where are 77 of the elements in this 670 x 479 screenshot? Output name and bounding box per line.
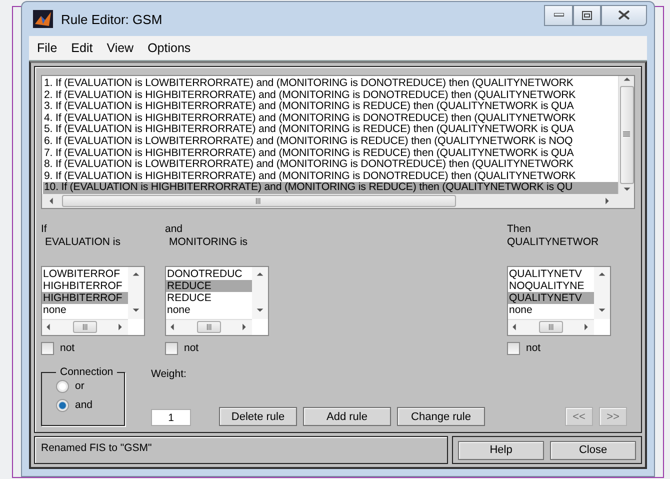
grip-icon xyxy=(548,324,554,330)
clause-label: Then xyxy=(507,222,532,236)
rule-item[interactable]: 9. If (EVALUATION is HIGHBITERRORRATE) and (MONITORING is DONOTREDUCE) then (QUALITYNETWORK xyxy=(43,170,618,182)
scroll-up-icon[interactable] xyxy=(132,270,140,279)
scroll-left-icon[interactable] xyxy=(169,323,177,332)
weight-field[interactable]: 1 xyxy=(151,409,191,426)
grip-icon xyxy=(623,131,630,138)
maximize-button[interactable] xyxy=(573,4,601,26)
term-item[interactable]: HIGHBITERROF xyxy=(42,280,128,292)
clause-label: and xyxy=(165,222,184,236)
scroll-left-icon[interactable] xyxy=(48,196,56,205)
status-message: Renamed FIS to "GSM" xyxy=(34,436,448,464)
menu-item[interactable]: File xyxy=(37,41,58,55)
scroll-up-icon[interactable] xyxy=(622,76,630,84)
scroll-up-icon[interactable] xyxy=(256,270,264,279)
variable-label: QUALITYNETWOR xyxy=(507,236,600,249)
rule-list[interactable] xyxy=(41,75,635,209)
term-item[interactable]: DONOTREDUC xyxy=(166,268,252,280)
close-icon xyxy=(618,10,630,20)
app-logo-icon xyxy=(33,10,53,28)
radio-label: and xyxy=(75,399,93,412)
term-item[interactable]: LOWBITERROF xyxy=(42,268,128,280)
weight-label: Weight: xyxy=(151,368,188,381)
not-checkbox[interactable] xyxy=(507,342,520,355)
rule-item[interactable]: 8. If (EVALUATION is LOWBITERRORRATE) and (MONITORING is DONOTREDUCE) then (QUALITYNETWORK xyxy=(43,159,618,171)
variable-label: MONITORING is xyxy=(168,236,249,249)
vertical-scrollbar[interactable] xyxy=(618,76,634,194)
rule-button[interactable]: Delete rule xyxy=(219,407,297,426)
term-item[interactable]: QUALITYNETV xyxy=(508,292,594,304)
rule-button[interactable]: Change rule xyxy=(397,407,485,426)
menu-item[interactable]: View xyxy=(106,41,134,55)
term-list[interactable]: QUALITYNETV NOQUALITYNE QUALITYNETV none xyxy=(507,266,611,336)
term-item[interactable]: REDUCE xyxy=(166,292,252,304)
grip-icon xyxy=(206,324,212,330)
menu-item[interactable]: Options xyxy=(148,41,191,55)
grip-icon xyxy=(255,198,262,204)
term-item[interactable]: HIGHBITERROF xyxy=(42,292,128,304)
not-checkbox[interactable] xyxy=(41,342,54,355)
minimize-icon xyxy=(554,13,564,17)
minimize-button[interactable] xyxy=(544,4,573,26)
group-label: Connection xyxy=(59,366,114,378)
term-item[interactable]: REDUCE xyxy=(166,280,252,292)
radio-label: or xyxy=(75,380,84,393)
dialog-button[interactable]: Help xyxy=(458,440,544,460)
rule-item[interactable]: 3. If (EVALUATION is HIGHBITERRORRATE) and (MONITORING is REDUCE) then (QUALITYNETWORK is QUA xyxy=(43,101,618,113)
scroll-up-icon[interactable] xyxy=(598,270,606,279)
term-list[interactable]: DONOTREDUC REDUCE REDUCE none xyxy=(165,266,269,336)
rule-item[interactable]: 4. If (EVALUATION is HIGHBITERRORRATE) and (MONITORING is DONOTREDUCE) then (QUALITYNETWORK xyxy=(43,112,618,124)
dialog-button[interactable]: Close xyxy=(550,440,636,460)
rule-item[interactable]: 10. If (EVALUATION is HIGHBITERRORRATE) and (MONITORING is REDUCE) then (QUALITYNETWORK is QU xyxy=(43,182,618,194)
rule-item[interactable]: 5. If (EVALUATION is HIGHBITERRORRATE) and (MONITORING is REDUCE) then (QUALITYNETWORK is QUA xyxy=(43,124,618,136)
term-item[interactable]: NOQUALITYNE xyxy=(508,280,594,292)
radio-button[interactable] xyxy=(56,399,69,412)
term-item[interactable]: none xyxy=(166,304,252,316)
checkbox-label: not xyxy=(184,342,199,355)
term-item[interactable]: none xyxy=(508,304,594,316)
term-item[interactable]: none xyxy=(42,304,128,316)
menu-item[interactable]: Edit xyxy=(71,41,93,55)
radio-button[interactable] xyxy=(56,380,69,393)
clause-label: If xyxy=(41,222,48,236)
term-list[interactable]: LOWBITERROF HIGHBITERROF HIGHBITERROF none xyxy=(41,266,145,336)
rule-button[interactable]: Add rule xyxy=(303,407,391,426)
rule-item[interactable]: 7. If (EVALUATION is HIGHBITERRORRATE) and (MONITORING is REDUCE) then (QUALITYNETWORK is QUA xyxy=(43,148,618,160)
rule-item[interactable]: 1. If (EVALUATION is LOWBITERRORRATE) and (MONITORING is DONOTREDUCE) then (QUALITYNETWORK xyxy=(43,78,618,90)
scroll-left-icon[interactable] xyxy=(45,323,53,332)
maximize-icon xyxy=(582,10,592,20)
close-window-button[interactable] xyxy=(601,4,647,26)
not-checkbox[interactable] xyxy=(165,342,178,355)
term-item[interactable]: QUALITYNETV xyxy=(508,268,594,280)
checkbox-label: not xyxy=(526,342,541,355)
rule-item[interactable]: 2. If (EVALUATION is HIGHBITERRORRATE) and (MONITORING is DONOTREDUCE) then (QUALITYNETWORK xyxy=(43,90,618,102)
variable-label: EVALUATION is xyxy=(44,236,122,249)
grip-icon xyxy=(82,324,88,330)
scroll-left-icon[interactable] xyxy=(511,323,519,332)
window-title: Rule Editor: GSM xyxy=(61,12,162,26)
checkbox-label: not xyxy=(60,342,75,355)
rule-item[interactable]: 6. If (EVALUATION is LOWBITERRORRATE) and (MONITORING is REDUCE) then (QUALITYNETWORK is NOQ xyxy=(43,136,618,148)
